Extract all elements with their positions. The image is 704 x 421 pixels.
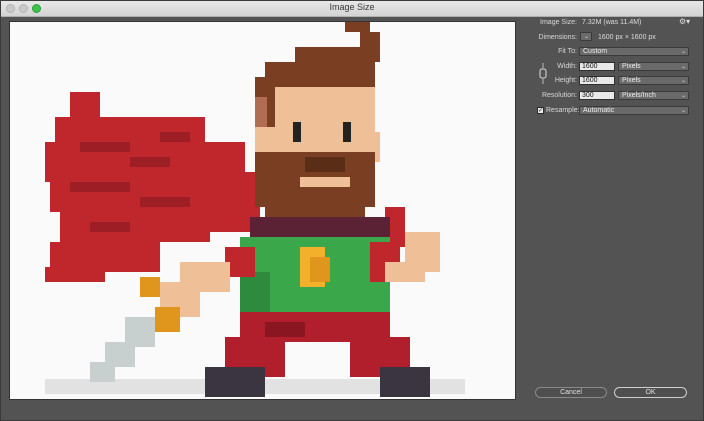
resample-label: Resample:	[546, 107, 580, 114]
pixel-hero-artwork	[45, 22, 465, 397]
fit-to-dropdown[interactable]: Custom ⌄	[579, 47, 689, 56]
resolution-unit-dropdown[interactable]: Pixels/Inch ⌄	[618, 91, 689, 100]
gear-icon[interactable]: ⚙▾	[679, 17, 690, 26]
width-unit-dropdown[interactable]: Pixels ⌄	[618, 62, 689, 71]
image-size-dialog: Image Size Image Size: 7.32M (was 11.4M)…	[0, 0, 704, 421]
chevron-down-icon: ⌄	[680, 64, 686, 70]
resample-checkbox[interactable]: ✓	[537, 107, 544, 114]
width-unit-value: Pixels	[622, 63, 641, 70]
height-input[interactable]: 1600	[579, 76, 615, 85]
width-label: Width:	[557, 63, 577, 70]
resolution-unit-value: Pixels/Inch	[622, 92, 656, 99]
image-size-label: Image Size:	[540, 19, 577, 26]
dimensions-unit-dropdown[interactable]: ⌄	[580, 32, 592, 41]
fit-to-label: Fit To:	[558, 48, 577, 55]
checkmark-icon: ✓	[538, 108, 544, 114]
resolution-input[interactable]: 300	[579, 91, 615, 100]
image-size-value: 7.32M (was 11.4M)	[582, 19, 642, 26]
height-unit-dropdown[interactable]: Pixels ⌄	[618, 76, 689, 85]
chevron-down-icon: ⌄	[583, 34, 589, 40]
chevron-down-icon: ⌄	[680, 93, 686, 99]
title-bar: Image Size	[1, 1, 703, 17]
dimensions-label: Dimensions:	[538, 34, 577, 41]
ok-button[interactable]: OK	[614, 387, 687, 398]
height-label: Height:	[554, 77, 577, 84]
chevron-down-icon: ⌄	[680, 49, 686, 55]
chevron-down-icon: ⌄	[680, 78, 686, 84]
resample-method-value: Automatic	[583, 107, 615, 114]
image-size-settings-panel: Image Size: 7.32M (was 11.4M) ⚙▾ Dimensi…	[521, 17, 701, 417]
width-input[interactable]: 1600	[579, 62, 615, 71]
resample-method-dropdown[interactable]: Automatic ⌄	[579, 106, 689, 115]
fit-to-value: Custom	[583, 48, 608, 55]
image-preview[interactable]	[9, 21, 516, 400]
height-unit-value: Pixels	[622, 77, 641, 84]
window-title: Image Size	[329, 2, 375, 12]
chevron-down-icon: ⌄	[680, 108, 686, 114]
resolution-label: Resolution:	[541, 92, 577, 99]
dimensions-value: 1600 px × 1600 px	[598, 34, 656, 41]
cancel-button[interactable]: Cancel	[535, 387, 607, 398]
